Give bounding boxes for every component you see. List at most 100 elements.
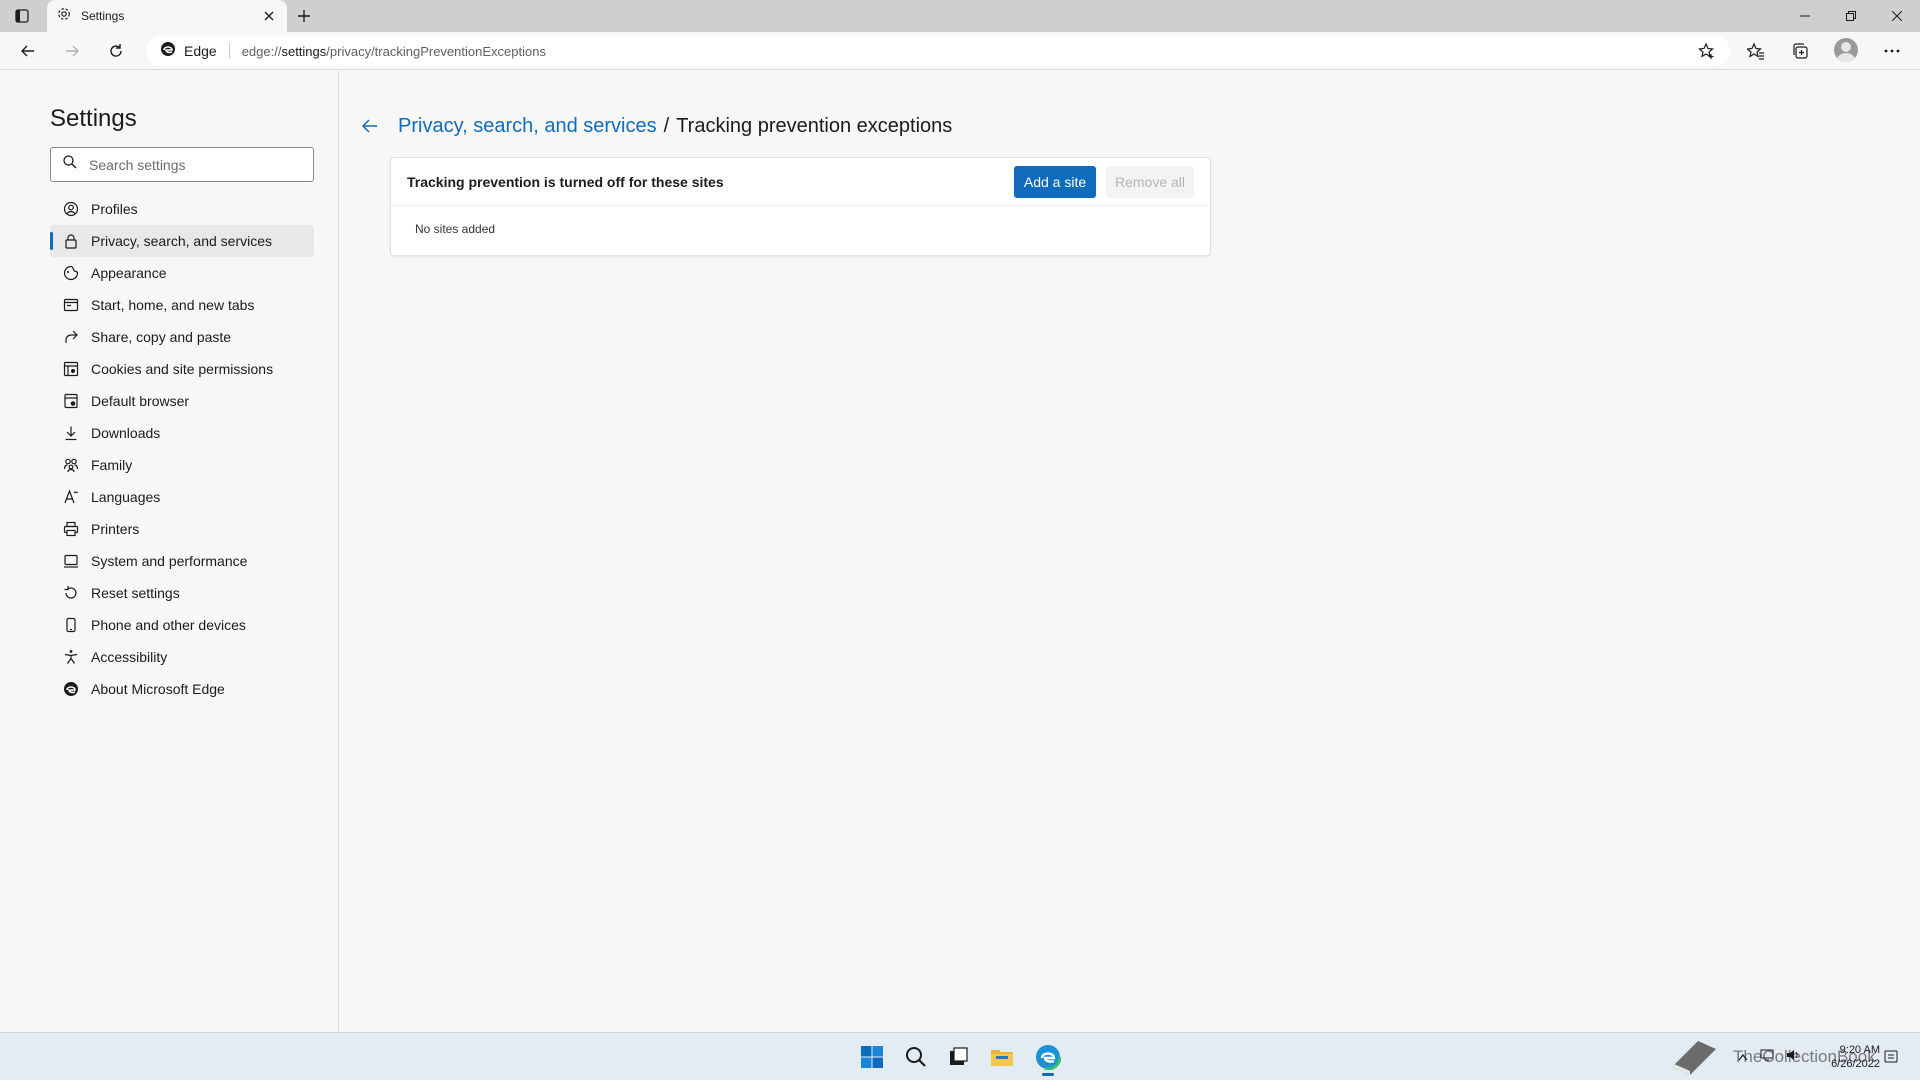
sidebar-item-label: Languages	[91, 489, 161, 505]
restore-icon[interactable]	[1828, 0, 1874, 32]
sidebar-item-cookies-and-site-permissions[interactable]: Cookies and site permissions	[50, 353, 314, 385]
more-options-icon[interactable]	[1880, 39, 1904, 63]
address-bar[interactable]: Edge edge://settings/privacy/trackingPre…	[146, 36, 1730, 66]
start-tabs-icon	[63, 297, 79, 313]
profile-icon	[63, 201, 79, 217]
reset-icon	[63, 585, 79, 601]
download-icon	[63, 425, 79, 441]
sidebar-item-family[interactable]: Family	[50, 449, 314, 481]
sidebar-item-default-browser[interactable]: Default browser	[50, 385, 314, 417]
profile-avatar[interactable]	[1834, 38, 1858, 62]
sidebar-item-label: Start, home, and new tabs	[91, 297, 255, 313]
file-explorer-icon[interactable]	[986, 1041, 1018, 1073]
browser-tab-settings[interactable]: Settings	[47, 0, 287, 32]
sidebar-item-appearance[interactable]: Appearance	[50, 257, 314, 289]
gear-icon	[57, 7, 71, 26]
edge-logo-icon	[63, 681, 79, 697]
cookies-icon	[63, 361, 79, 377]
volume-icon[interactable]	[1786, 1048, 1800, 1066]
clock[interactable]: 9:20 AM 6/26/2022	[1820, 1043, 1880, 1071]
taskbar-search-icon[interactable]	[900, 1041, 932, 1073]
sidebar-item-label: Share, copy and paste	[91, 329, 232, 345]
minimize-icon[interactable]	[1782, 0, 1828, 32]
sidebar-item-start-home-and-new-tabs[interactable]: Start, home, and new tabs	[50, 289, 314, 321]
back-icon[interactable]	[16, 39, 40, 63]
breadcrumb-parent-link[interactable]: Privacy, search, and services	[398, 115, 657, 138]
book-tray-icon[interactable]	[1668, 1041, 1720, 1075]
lock-icon	[63, 233, 79, 249]
collections-icon[interactable]	[1788, 39, 1812, 63]
search-icon	[63, 155, 77, 174]
refresh-icon[interactable]	[104, 39, 128, 63]
browser-toolbar: Edge edge://settings/privacy/trackingPre…	[0, 32, 1920, 70]
forward-icon[interactable]	[60, 39, 84, 63]
family-icon	[63, 457, 79, 473]
default-browser-icon	[63, 393, 79, 409]
window-controls	[1782, 0, 1920, 32]
back-arrow-icon[interactable]	[360, 116, 380, 136]
tab-strip: Settings	[0, 0, 1920, 32]
sidebar-item-label: Family	[91, 457, 133, 473]
start-windows-icon[interactable]	[856, 1041, 888, 1073]
clock-date: 6/26/2022	[1831, 1058, 1880, 1070]
sidebar-item-printers[interactable]: Printers	[50, 513, 314, 545]
edge-logo-icon	[160, 41, 176, 62]
sidebar-item-label: Phone and other devices	[91, 617, 246, 633]
sidebar-item-share-copy-and-paste[interactable]: Share, copy and paste	[50, 321, 314, 353]
remove-all-button: Remove all	[1106, 165, 1194, 198]
sidebar-item-languages[interactable]: Languages	[50, 481, 314, 513]
add-site-button[interactable]: Add a site	[1014, 165, 1096, 198]
sidebar-item-label: Accessibility	[91, 649, 168, 665]
tab-actions-icon[interactable]	[12, 7, 32, 25]
settings-sidebar: Settings Profiles Privacy, search, and se…	[0, 71, 339, 1032]
sidebar-item-label: Reset settings	[91, 585, 180, 601]
accessibility-icon	[63, 649, 79, 665]
sidebar-item-label: About Microsoft Edge	[91, 681, 225, 697]
favorites-icon[interactable]	[1744, 39, 1768, 63]
sidebar-item-phone-and-other-devices[interactable]: Phone and other devices	[50, 609, 314, 641]
settings-nav-list: Profiles Privacy, search, and services App…	[50, 193, 314, 705]
site-identity-label[interactable]: Edge	[184, 43, 230, 59]
sidebar-item-label: Printers	[91, 521, 140, 537]
card-heading: Tracking prevention is turned off for th…	[407, 173, 724, 190]
breadcrumb: Privacy, search, and services / Tracking…	[360, 111, 952, 141]
sidebar-item-privacy-search-and-services[interactable]: Privacy, search, and services	[50, 225, 314, 257]
notifications-icon[interactable]	[1884, 1041, 1898, 1073]
network-icon[interactable]	[1760, 1048, 1774, 1066]
sidebar-item-reset-settings[interactable]: Reset settings	[50, 577, 314, 609]
url-path: /privacy/trackingPreventionExceptions	[326, 43, 546, 59]
share-icon	[63, 329, 79, 345]
tab-title: Settings	[81, 9, 125, 23]
edge-taskbar-icon[interactable]	[1032, 1041, 1064, 1076]
sidebar-item-label: Profiles	[91, 201, 138, 217]
search-settings-box[interactable]	[50, 147, 314, 182]
new-tab-icon[interactable]	[294, 6, 314, 26]
chevron-up-icon[interactable]	[1738, 1048, 1748, 1066]
url-text[interactable]: edge://settings/privacy/trackingPreventi…	[242, 44, 546, 59]
sidebar-item-profiles[interactable]: Profiles	[50, 193, 314, 225]
close-window-icon[interactable]	[1874, 0, 1920, 32]
search-settings-input[interactable]	[89, 156, 289, 173]
clock-time: 9:20 AM	[1839, 1044, 1880, 1056]
sidebar-item-downloads[interactable]: Downloads	[50, 417, 314, 449]
main-content: Privacy, search, and services / Tracking…	[340, 71, 1920, 1032]
printer-icon	[63, 521, 79, 537]
exceptions-card: Tracking prevention is turned off for th…	[390, 157, 1211, 256]
close-tab-icon[interactable]	[261, 8, 277, 24]
sidebar-item-label: Cookies and site permissions	[91, 361, 274, 377]
sidebar-item-label: Downloads	[91, 425, 161, 441]
appearance-icon	[63, 265, 79, 281]
breadcrumb-separator: /	[663, 114, 670, 137]
languages-icon	[63, 489, 79, 505]
sidebar-item-about-microsoft-edge[interactable]: About Microsoft Edge	[50, 673, 314, 705]
task-view-icon[interactable]	[942, 1041, 974, 1073]
url-host: settings	[281, 43, 327, 59]
page-title: Tracking prevention exceptions	[676, 114, 953, 137]
sidebar-item-system-and-performance[interactable]: System and performance	[50, 545, 314, 577]
add-favorite-icon[interactable]	[1698, 42, 1716, 60]
url-scheme: edge://	[241, 43, 282, 59]
sidebar-item-accessibility[interactable]: Accessibility	[50, 641, 314, 673]
phone-icon	[63, 617, 79, 633]
sidebar-item-label: Appearance	[91, 265, 167, 281]
card-header: Tracking prevention is turned off for th…	[391, 158, 1210, 206]
